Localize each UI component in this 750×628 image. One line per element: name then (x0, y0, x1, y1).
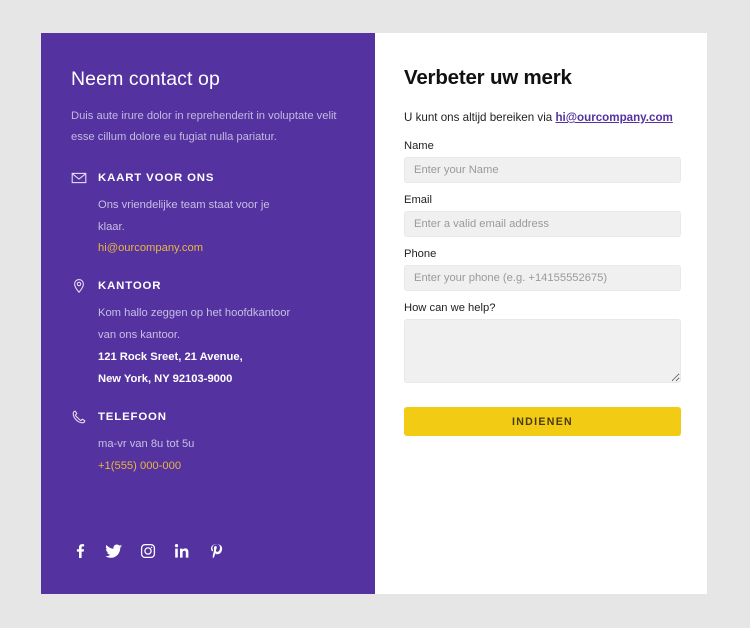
intro-text: Duis aute irure dolor in reprehenderit i… (71, 110, 337, 144)
contact-block-mail-header: KAART VOOR ONS (71, 170, 345, 186)
form-subtitle-text: U kunt ons altijd bereiken via (404, 111, 556, 124)
contact-form-panel: Verbeter uw merk U kunt ons altijd berei… (375, 33, 707, 594)
contact-block-mail-body: Ons vriendelijke team staat voor je klaa… (71, 195, 345, 261)
phone-label: Phone (404, 248, 437, 260)
contact-block-phone-title: TELEFOON (98, 410, 167, 423)
contact-block-office-body: Kom hallo zeggen op het hoofdkantoor van… (71, 303, 345, 390)
name-input[interactable] (404, 157, 681, 183)
instagram-icon[interactable] (139, 542, 157, 560)
contact-card: Neem contact op Duis aute irure dolor in… (41, 33, 707, 594)
contact-block-phone-header: TELEFOON (71, 409, 345, 425)
page-title: Neem contact op (71, 68, 220, 90)
email-label: Email (404, 194, 432, 206)
contact-text: Kom hallo zeggen op het hoofdkantoor (98, 307, 291, 320)
linkedin-icon[interactable] (173, 542, 191, 560)
envelope-icon (71, 170, 87, 186)
contact-block-mail: KAART VOOR ONS Ons vriendelijke team sta… (71, 170, 345, 261)
contact-block-office: KANTOOR Kom hallo zeggen op het hoofdkan… (71, 278, 345, 390)
field-email: Email (404, 194, 681, 237)
contact-info-panel: Neem contact op Duis aute irure dolor in… (41, 33, 375, 594)
email-input[interactable] (404, 211, 681, 237)
message-label: How can we help? (404, 302, 496, 314)
social-links (71, 542, 225, 560)
contact-block-mail-title: KAART VOOR ONS (98, 171, 215, 184)
contact-block-phone-body: ma-vr van 8u tot 5u +1(555) 000-000 (71, 434, 345, 478)
name-label: Name (404, 140, 434, 152)
twitter-icon[interactable] (105, 542, 123, 560)
address-line-2: New York, NY 92103-9000 (98, 372, 233, 385)
contact-text: klaar. (98, 220, 125, 233)
field-name: Name (404, 140, 681, 183)
contact-block-office-header: KANTOOR (71, 278, 345, 294)
contact-block-office-title: KANTOOR (98, 280, 162, 293)
form-title: Verbeter uw merk (404, 66, 572, 89)
submit-button[interactable]: INDIENEN (404, 407, 681, 436)
contact-text: ma-vr van 8u tot 5u (98, 437, 195, 450)
form-subtitle-email-link[interactable]: hi@ourcompany.com (555, 111, 672, 124)
field-message: How can we help? (404, 302, 681, 383)
field-phone: Phone (404, 248, 681, 291)
email-link[interactable]: hi@ourcompany.com (98, 238, 345, 260)
contact-block-phone: TELEFOON ma-vr van 8u tot 5u +1(555) 000… (71, 409, 345, 478)
facebook-icon[interactable] (71, 542, 89, 560)
location-pin-icon (71, 278, 87, 294)
page-root: Neem contact op Duis aute irure dolor in… (0, 0, 750, 628)
pinterest-icon[interactable] (207, 542, 225, 560)
contact-text: van ons kantoor. (98, 329, 181, 342)
address-line-1: 121 Rock Sreet, 21 Avenue, (98, 351, 243, 363)
phone-input[interactable] (404, 265, 681, 291)
phone-link[interactable]: +1(555) 000-000 (98, 456, 345, 478)
contact-text: Ons vriendelijke team staat voor je (98, 198, 270, 211)
form-subtitle: U kunt ons altijd bereiken via hi@ourcom… (404, 111, 681, 124)
phone-icon (71, 409, 87, 425)
message-textarea[interactable] (404, 319, 681, 383)
